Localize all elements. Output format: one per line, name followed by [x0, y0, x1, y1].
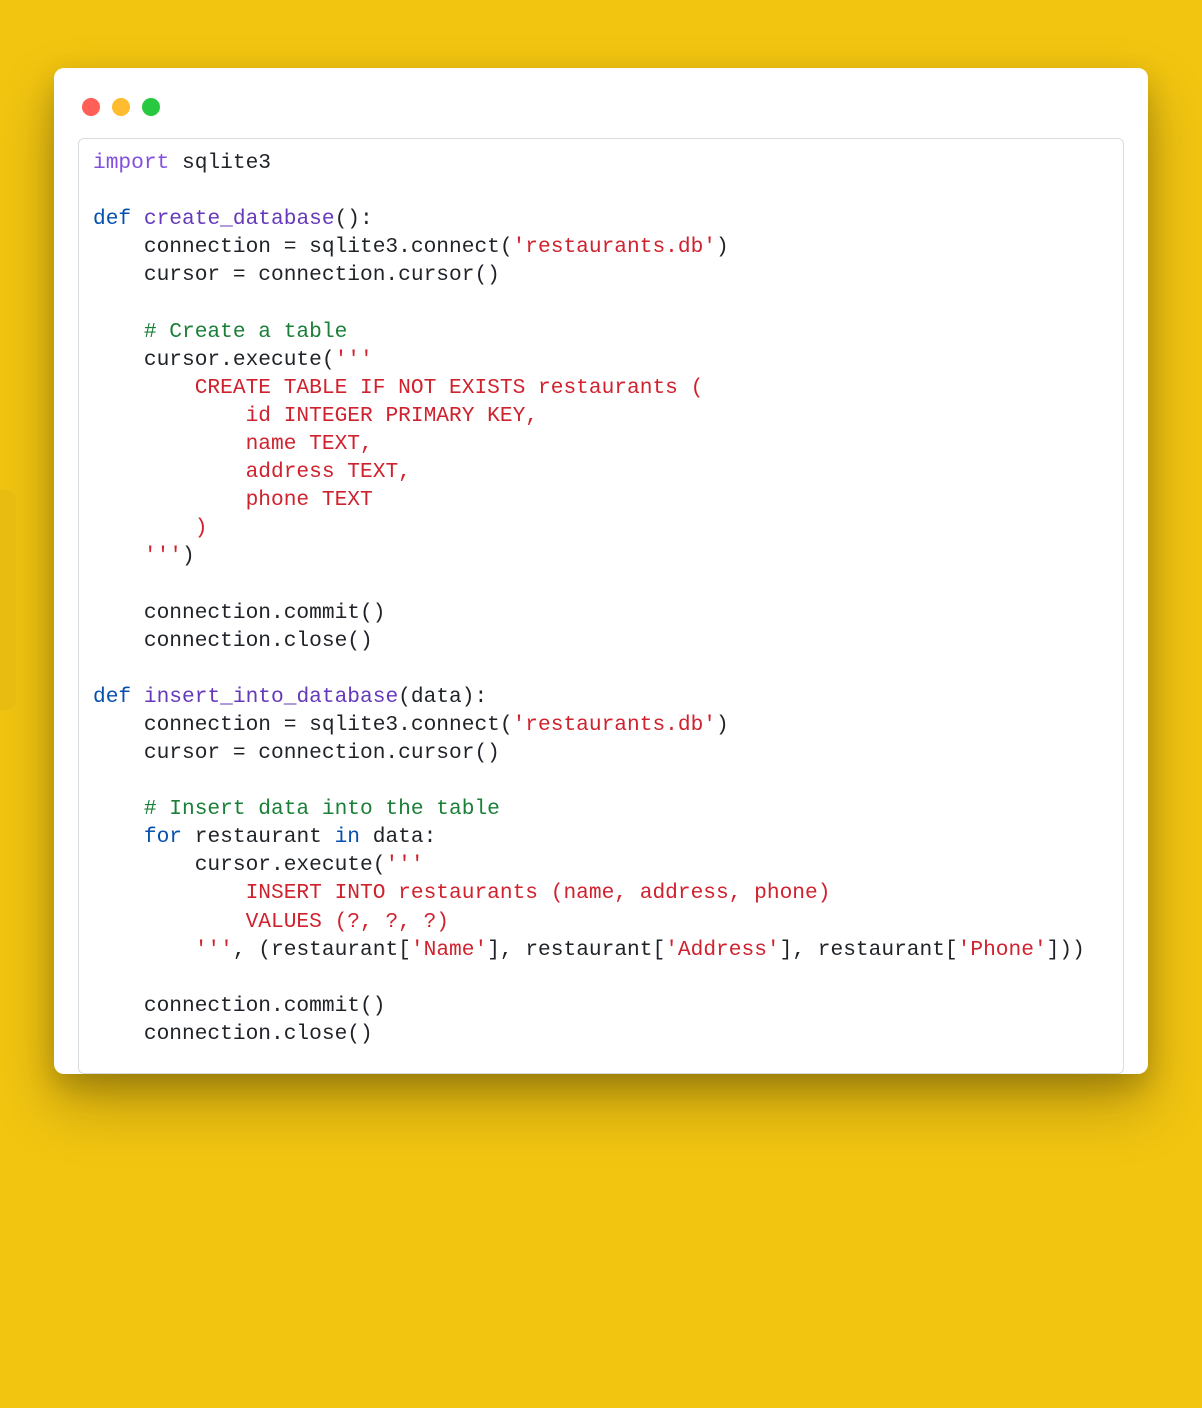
code-block: import sqlite3 def create_database(): co…	[78, 138, 1124, 1074]
page-side-tab	[0, 490, 16, 710]
minimize-icon[interactable]	[112, 98, 130, 116]
window-controls	[78, 92, 1124, 138]
close-icon[interactable]	[82, 98, 100, 116]
code-window: import sqlite3 def create_database(): co…	[54, 68, 1148, 1074]
maximize-icon[interactable]	[142, 98, 160, 116]
code-content: import sqlite3 def create_database(): co…	[93, 149, 1109, 1048]
